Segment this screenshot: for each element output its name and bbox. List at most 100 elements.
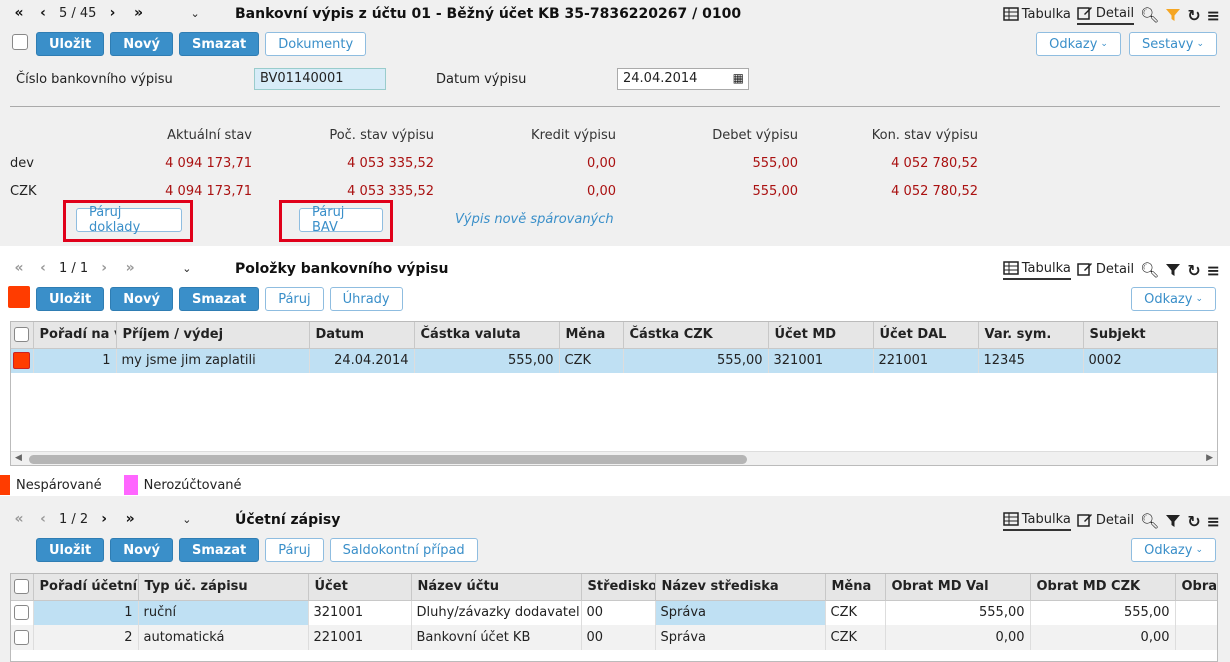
scroll-right-icon[interactable]: ▶ xyxy=(1206,453,1213,463)
table-cell[interactable]: 0002 xyxy=(1083,348,1217,373)
chevron-down-icon[interactable]: ⌄ xyxy=(182,513,191,526)
select-all-cell[interactable] xyxy=(11,574,34,601)
column-header[interactable]: Měna xyxy=(825,574,886,601)
scroll-left-icon[interactable]: ◀ xyxy=(15,453,22,463)
horizontal-scrollbar[interactable]: ◀ ▶ xyxy=(11,451,1217,465)
table-cell[interactable]: CZK xyxy=(825,600,886,625)
tab-detail[interactable]: Detail xyxy=(1076,5,1135,25)
tab-table[interactable]: Tabulka xyxy=(1002,511,1071,531)
column-header[interactable]: Typ úč. zápisu xyxy=(138,574,309,601)
table-cell[interactable]: 555,00 xyxy=(885,600,1031,625)
search-icon[interactable]: 🔍︎ xyxy=(1140,6,1159,24)
column-header[interactable]: Měna xyxy=(559,322,624,349)
table-cell[interactable]: Dluhy/závazky dodavatel... xyxy=(411,600,582,625)
next-record-icon[interactable]: › xyxy=(102,5,122,21)
delete-button[interactable]: Smazat xyxy=(178,32,260,56)
first-record-icon[interactable]: « xyxy=(9,511,29,527)
column-header[interactable]: Částka valuta xyxy=(414,322,560,349)
column-header[interactable]: Účet DAL xyxy=(873,322,979,349)
statement-date-field[interactable]: 24.04.2014 ▦ xyxy=(617,68,749,90)
table-cell[interactable]: 12345 xyxy=(978,348,1084,373)
table-cell[interactable]: 555,00 xyxy=(1030,600,1176,625)
next-record-icon[interactable]: › xyxy=(94,260,114,276)
prev-record-icon[interactable]: ‹ xyxy=(33,260,53,276)
table-cell[interactable]: 0,00 xyxy=(885,625,1031,650)
table-cell[interactable]: CZK xyxy=(559,348,624,373)
pair-documents-button[interactable]: Páruj doklady xyxy=(76,205,182,235)
table-cell[interactable]: 221001 xyxy=(308,625,412,650)
last-record-icon[interactable]: » xyxy=(120,260,140,276)
menu-icon[interactable]: ≡ xyxy=(1207,261,1220,280)
chevron-down-icon[interactable]: ⌄ xyxy=(190,7,199,20)
save-button[interactable]: Uložit xyxy=(36,32,105,56)
pair-button[interactable]: Páruj xyxy=(265,538,324,562)
links-button[interactable]: Odkazy ⌄ xyxy=(1131,287,1216,311)
column-header[interactable]: Obrat MD CZK xyxy=(1030,574,1176,601)
first-record-icon[interactable]: « xyxy=(9,260,29,276)
table-cell[interactable] xyxy=(1175,625,1217,650)
filter-icon[interactable] xyxy=(1165,7,1181,23)
table-cell[interactable] xyxy=(1175,600,1217,625)
table-cell[interactable]: Bankovní účet KB xyxy=(411,625,582,650)
table-cell[interactable]: Správa xyxy=(655,600,826,625)
column-header[interactable]: Obrat MD Val xyxy=(885,574,1031,601)
row-checkbox[interactable] xyxy=(14,605,29,621)
row-select-cell[interactable] xyxy=(11,625,34,650)
select-all-checkbox[interactable] xyxy=(14,579,29,595)
column-header[interactable]: Datum xyxy=(309,322,415,349)
search-icon[interactable]: 🔍︎ xyxy=(1140,512,1159,530)
payments-button[interactable]: Úhrady xyxy=(329,287,403,311)
scrollbar-thumb[interactable] xyxy=(29,455,747,464)
column-header[interactable]: Částka CZK xyxy=(623,322,769,349)
balance-case-button[interactable]: Saldokontní případ xyxy=(329,538,478,562)
menu-icon[interactable]: ≡ xyxy=(1207,6,1220,25)
table-row[interactable]: 2 automatická 221001 Bankovní účet KB 00… xyxy=(11,625,1217,650)
column-header[interactable]: Subjekt xyxy=(1083,322,1217,349)
new-button[interactable]: Nový xyxy=(110,287,173,311)
save-button[interactable]: Uložit xyxy=(36,287,105,311)
column-header[interactable]: Obrat xyxy=(1175,574,1217,601)
table-cell[interactable]: automatická xyxy=(138,625,309,650)
prev-record-icon[interactable]: ‹ xyxy=(33,511,53,527)
links-button[interactable]: Odkazy ⌄ xyxy=(1131,538,1216,562)
pair-button[interactable]: Páruj xyxy=(265,287,324,311)
delete-button[interactable]: Smazat xyxy=(178,287,260,311)
select-checkbox[interactable] xyxy=(12,34,28,50)
column-header[interactable]: Název účtu xyxy=(411,574,582,601)
table-cell[interactable]: 1 xyxy=(33,600,139,625)
first-record-icon[interactable]: « xyxy=(9,5,29,21)
table-cell[interactable]: 221001 xyxy=(873,348,979,373)
refresh-icon[interactable]: ↻ xyxy=(1187,261,1200,280)
newly-paired-link[interactable]: Výpis nově spárovaných xyxy=(455,212,614,227)
table-cell[interactable]: 321001 xyxy=(768,348,874,373)
last-record-icon[interactable]: » xyxy=(120,511,140,527)
column-header[interactable]: Název střediska xyxy=(655,574,826,601)
filter-icon[interactable] xyxy=(1165,262,1181,278)
table-row[interactable]: 1 my jsme jim zaplatili 24.04.2014 555,0… xyxy=(11,348,1217,373)
chevron-down-icon[interactable]: ⌄ xyxy=(182,262,191,275)
save-button[interactable]: Uložit xyxy=(36,538,105,562)
row-checkbox[interactable] xyxy=(14,630,29,645)
statement-number-field[interactable]: BV01140001 xyxy=(254,68,386,90)
new-button[interactable]: Nový xyxy=(110,538,173,562)
table-cell[interactable]: 555,00 xyxy=(623,348,769,373)
tab-detail[interactable]: Detail xyxy=(1077,512,1134,530)
row-status-checkbox[interactable] xyxy=(13,352,30,370)
table-cell[interactable]: 1 xyxy=(33,348,117,373)
column-header[interactable]: Příjem / výdej xyxy=(116,322,310,349)
filter-icon[interactable] xyxy=(1165,513,1181,529)
column-header[interactable]: Pořadí na vý xyxy=(33,322,117,349)
reports-button[interactable]: Sestavy ⌄ xyxy=(1128,32,1217,56)
table-cell[interactable]: 00 xyxy=(581,625,656,650)
row-select-cell[interactable] xyxy=(11,600,34,625)
new-button[interactable]: Nový xyxy=(110,32,173,56)
column-header[interactable]: Var. sym. xyxy=(978,322,1084,349)
refresh-icon[interactable]: ↻ xyxy=(1187,6,1200,25)
tab-table[interactable]: Tabulka xyxy=(1002,6,1071,24)
table-cell[interactable]: 321001 xyxy=(308,600,412,625)
table-cell[interactable]: 2 xyxy=(33,625,139,650)
table-cell[interactable]: 0,00 xyxy=(1030,625,1176,650)
links-button[interactable]: Odkazy ⌄ xyxy=(1036,32,1121,56)
tab-table[interactable]: Tabulka xyxy=(1002,260,1071,280)
column-header[interactable]: Pořadí účetního xyxy=(33,574,139,601)
